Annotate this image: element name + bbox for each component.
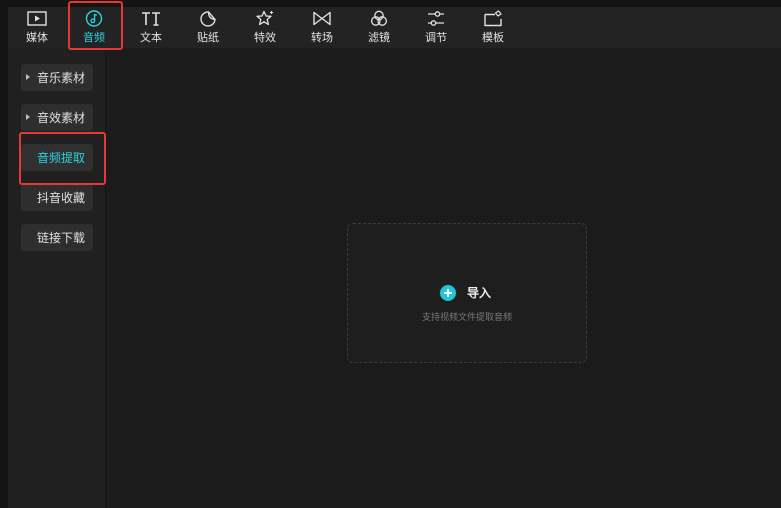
sidebar-item-sound-effects[interactable]: 音效素材 [21, 104, 93, 131]
tab-transition[interactable]: 转场 [293, 7, 351, 48]
sidebar-item-label: 音乐素材 [37, 71, 86, 85]
sidebar-item-label: 音频提取 [37, 151, 86, 165]
tab-filter[interactable]: 滤镜 [350, 7, 408, 48]
media-icon [27, 11, 47, 26]
sidebar: 音乐素材 音效素材 音频提取 抖音收藏 链接下载 [8, 48, 106, 508]
sidebar-item-douyin-favorites[interactable]: 抖音收藏 [21, 184, 93, 211]
sidebar-item-label: 链接下载 [37, 231, 86, 245]
sticker-icon [200, 11, 216, 27]
editor-window: 媒体 音频 文本 贴纸 特效 转场 滤镜 调节 模板 音乐素材 音效素材 音频提… [8, 1, 781, 508]
content-area: 导入 支持视频文件提取音频 [106, 48, 781, 508]
tab-media[interactable]: 媒体 [8, 7, 66, 48]
tab-effects-label: 特效 [254, 31, 276, 44]
template-icon [484, 10, 502, 27]
adjust-icon [428, 11, 444, 26]
text-icon [142, 12, 160, 26]
tab-transition-label: 转场 [311, 31, 333, 44]
sidebar-item-music[interactable]: 音乐素材 [21, 64, 93, 91]
tab-sticker[interactable]: 贴纸 [179, 7, 237, 48]
tab-adjust-label: 调节 [425, 31, 447, 44]
tab-audio-label: 音频 [83, 31, 105, 44]
import-dropzone[interactable]: 导入 支持视频文件提取音频 [347, 223, 587, 363]
tab-filter-label: 滤镜 [368, 31, 390, 44]
sidebar-item-label: 抖音收藏 [37, 191, 86, 205]
effects-icon [256, 10, 273, 26]
tab-text[interactable]: 文本 [122, 7, 180, 48]
import-button-label[interactable]: 导入 [467, 285, 491, 301]
tab-media-label: 媒体 [26, 31, 48, 44]
expand-arrow-icon [26, 74, 30, 80]
filter-icon [370, 10, 388, 26]
tab-audio[interactable]: 音频 [65, 7, 123, 48]
audio-icon [85, 10, 103, 27]
import-hint: 支持视频文件提取音频 [421, 313, 512, 323]
tab-template-label: 模板 [482, 31, 504, 44]
top-toolbar: 媒体 音频 文本 贴纸 特效 转场 滤镜 调节 模板 [8, 7, 781, 48]
tab-text-label: 文本 [140, 31, 162, 44]
tab-adjust[interactable]: 调节 [407, 7, 465, 48]
tab-effects[interactable]: 特效 [236, 7, 294, 48]
expand-arrow-icon [26, 114, 30, 120]
tab-sticker-label: 贴纸 [197, 31, 219, 44]
sidebar-item-link-download[interactable]: 链接下载 [21, 224, 93, 251]
sidebar-item-audio-extract[interactable]: 音频提取 [21, 144, 93, 171]
sidebar-item-label: 音效素材 [37, 111, 86, 125]
transition-icon [313, 11, 331, 26]
add-icon[interactable] [440, 285, 456, 301]
tab-template[interactable]: 模板 [464, 7, 522, 48]
